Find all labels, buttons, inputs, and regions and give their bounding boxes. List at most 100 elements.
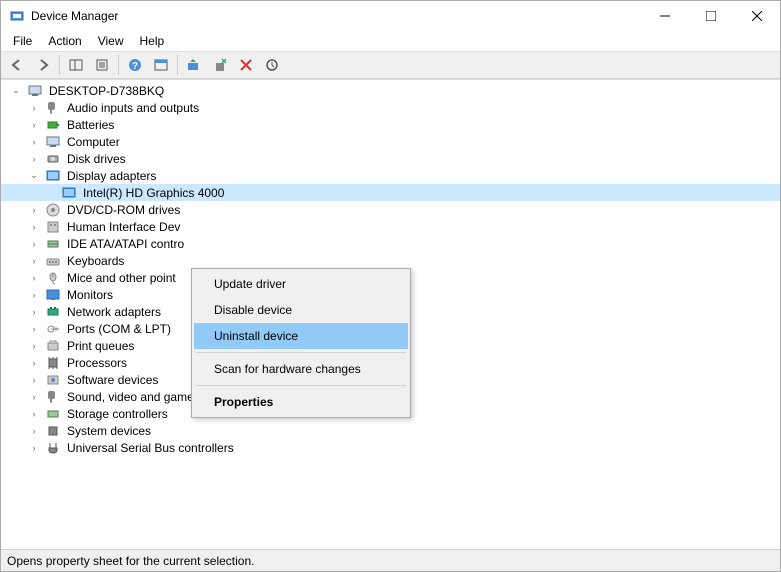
back-button[interactable] [5, 53, 29, 77]
category-icon [45, 236, 61, 252]
tree-category[interactable]: › Audio inputs and outputs [1, 99, 780, 116]
menu-view[interactable]: View [90, 32, 132, 50]
category-icon [45, 219, 61, 235]
context-menu-item[interactable]: Uninstall device [194, 323, 408, 349]
expand-icon[interactable]: › [27, 322, 41, 336]
category-icon [45, 117, 61, 133]
expand-icon[interactable]: › [27, 254, 41, 268]
menubar: File Action View Help [1, 31, 780, 51]
device-manager-icon [9, 8, 25, 24]
tree-category[interactable]: ›DVD/CD-ROM drives [1, 201, 780, 218]
action-button[interactable] [149, 53, 173, 77]
expand-icon[interactable]: › [27, 441, 41, 455]
close-button[interactable] [734, 1, 780, 31]
context-menu-item[interactable]: Update driver [194, 271, 408, 297]
toolbar-separator [118, 55, 119, 75]
toolbar: ? [1, 51, 780, 79]
context-menu-separator [196, 352, 406, 353]
category-icon [45, 270, 61, 286]
tree-category[interactable]: ›Batteries [1, 116, 780, 133]
category-icon [45, 321, 61, 337]
expand-icon[interactable]: › [27, 152, 41, 166]
context-menu-item[interactable]: Disable device [194, 297, 408, 323]
menu-action[interactable]: Action [40, 32, 89, 50]
expand-icon[interactable]: › [27, 101, 41, 115]
tree-category[interactable]: › IDE ATA/ATAPI contro [1, 235, 780, 252]
tree-category-label: Monitors [65, 288, 115, 302]
forward-button[interactable] [31, 53, 55, 77]
tree-category-label: Software devices [65, 373, 160, 387]
toolbar-separator [59, 55, 60, 75]
help-button[interactable]: ? [123, 53, 147, 77]
category-icon [45, 338, 61, 354]
category-icon [45, 423, 61, 439]
status-text: Opens property sheet for the current sel… [7, 554, 254, 568]
tree-category[interactable]: › Disk drives [1, 150, 780, 167]
svg-text:?: ? [132, 61, 138, 72]
tree-category-label: Keyboards [65, 254, 126, 268]
tree-category-label: Computer [65, 135, 122, 149]
expand-icon[interactable]: › [27, 390, 41, 404]
context-menu: Update driverDisable deviceUninstall dev… [191, 268, 411, 418]
properties-button[interactable] [90, 53, 114, 77]
expand-icon[interactable]: › [27, 424, 41, 438]
scan-hardware-button[interactable] [260, 53, 284, 77]
tree-category-label: IDE ATA/ATAPI contro [65, 237, 186, 251]
expand-icon[interactable]: › [27, 288, 41, 302]
tree-root[interactable]: ⌄ DESKTOP-D738BKQ [1, 82, 780, 99]
tree-category[interactable]: › Computer [1, 133, 780, 150]
device-tree[interactable]: ⌄ DESKTOP-D738BKQ › Audio inputs and outp… [1, 79, 780, 549]
context-menu-item[interactable]: Properties [194, 389, 408, 415]
expand-icon[interactable]: › [27, 373, 41, 387]
menu-file[interactable]: File [5, 32, 40, 50]
tree-category-label: Network adapters [65, 305, 163, 319]
tree-category-label: Disk drives [65, 152, 128, 166]
expand-icon[interactable]: › [27, 237, 41, 251]
tree-category-label: Mice and other point [65, 271, 178, 285]
category-icon [45, 406, 61, 422]
expand-icon[interactable]: › [27, 339, 41, 353]
disable-button[interactable] [234, 53, 258, 77]
context-menu-item[interactable]: Scan for hardware changes [194, 356, 408, 382]
expand-icon[interactable]: › [27, 305, 41, 319]
expand-icon[interactable]: › [27, 220, 41, 234]
collapse-icon[interactable]: ⌄ [9, 84, 23, 98]
titlebar: Device Manager [1, 1, 780, 31]
category-icon [45, 372, 61, 388]
category-icon [45, 440, 61, 456]
window-title: Device Manager [31, 9, 642, 23]
tree-category-label: Audio inputs and outputs [65, 101, 201, 115]
expand-icon[interactable]: › [27, 118, 41, 132]
menu-help[interactable]: Help [132, 32, 173, 50]
category-icon [45, 287, 61, 303]
show-hide-console-button[interactable] [64, 53, 88, 77]
tree-category[interactable]: › Keyboards [1, 252, 780, 269]
expand-icon[interactable]: › [27, 356, 41, 370]
context-menu-separator [196, 385, 406, 386]
category-icon [45, 202, 61, 218]
expand-icon[interactable]: › [27, 135, 41, 149]
tree-device[interactable]: Intel(R) HD Graphics 4000 [1, 184, 780, 201]
expand-icon[interactable]: › [27, 271, 41, 285]
toolbar-separator [177, 55, 178, 75]
category-icon [45, 355, 61, 371]
category-icon [45, 100, 61, 116]
tree-category[interactable]: ›System devices [1, 422, 780, 439]
tree-category-label: Storage controllers [65, 407, 170, 421]
tree-category-label: Processors [65, 356, 129, 370]
category-icon [45, 389, 61, 405]
expand-icon[interactable]: › [27, 407, 41, 421]
tree-category[interactable]: ›Human Interface Dev [1, 218, 780, 235]
uninstall-button[interactable] [208, 53, 232, 77]
category-icon [45, 151, 61, 167]
computer-icon [27, 83, 43, 99]
collapse-icon[interactable]: ⌄ [27, 169, 41, 183]
tree-device-label: Intel(R) HD Graphics 4000 [81, 186, 226, 200]
tree-category[interactable]: ›Universal Serial Bus controllers [1, 439, 780, 456]
tree-category[interactable]: ⌄Display adapters [1, 167, 780, 184]
maximize-button[interactable] [688, 1, 734, 31]
update-driver-button[interactable] [182, 53, 206, 77]
device-icon [61, 185, 77, 201]
expand-icon[interactable]: › [27, 203, 41, 217]
minimize-button[interactable] [642, 1, 688, 31]
